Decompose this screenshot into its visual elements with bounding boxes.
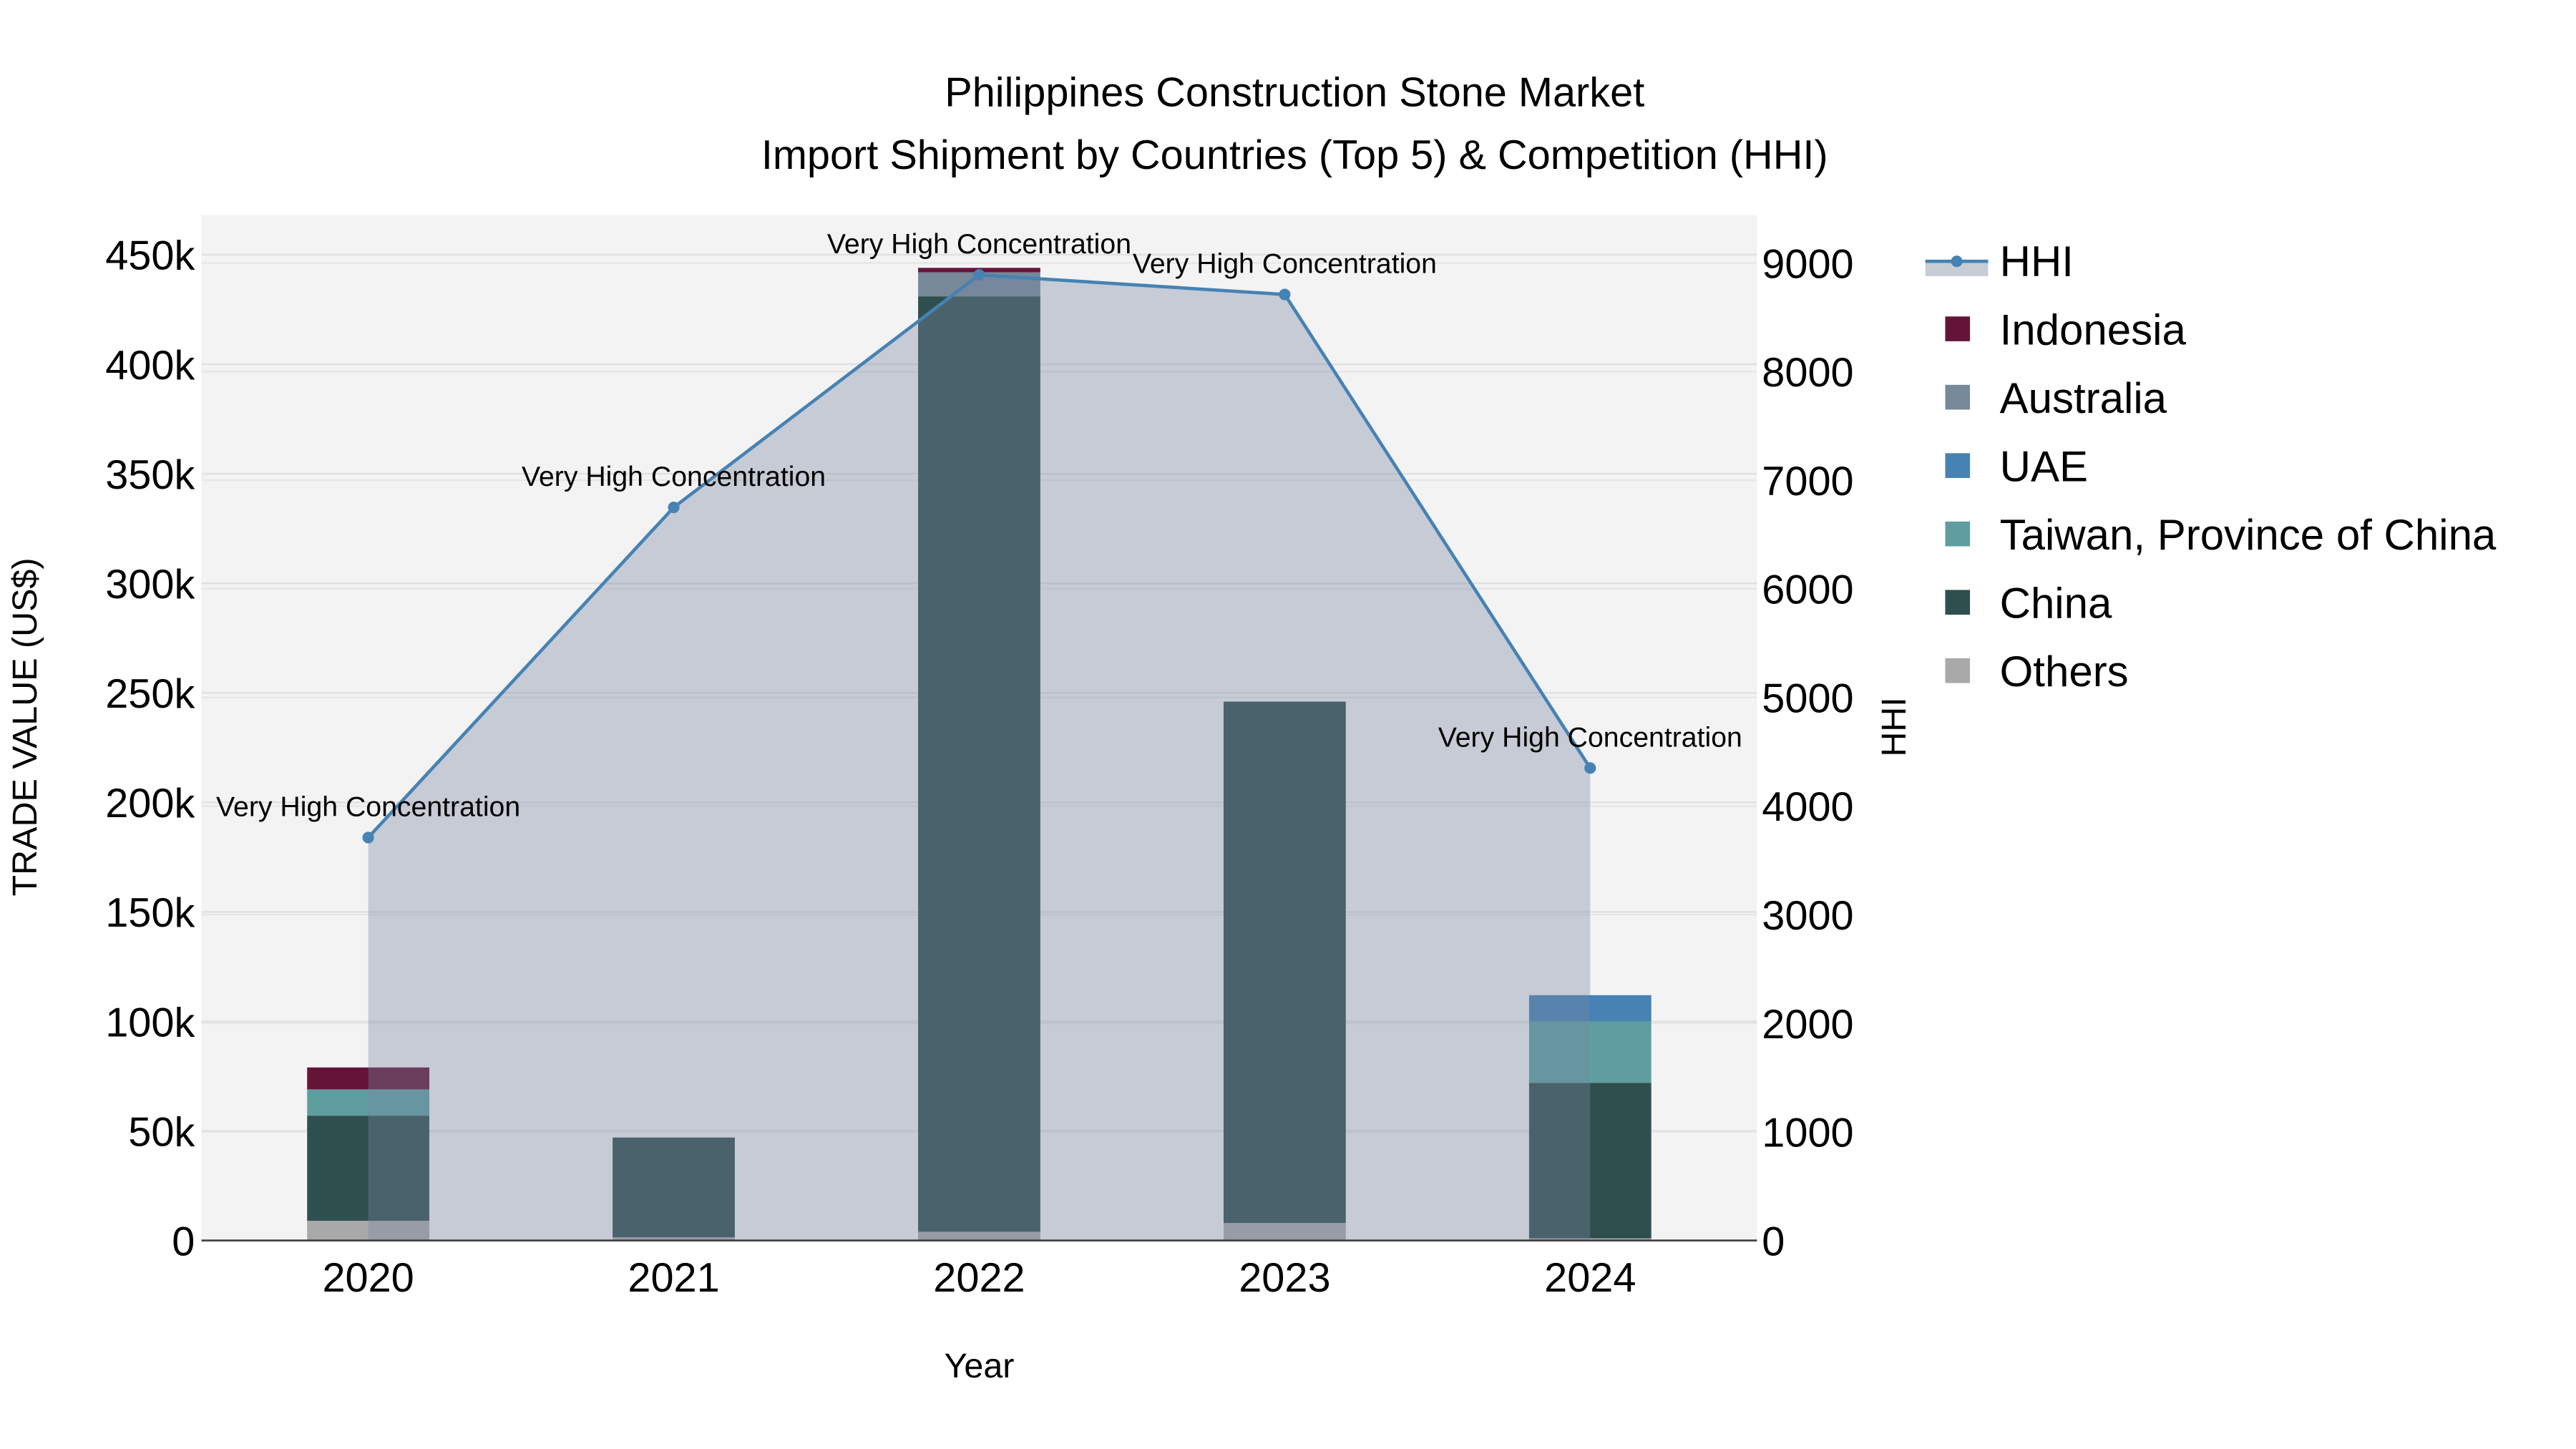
y2-tick-label: 5000 (1762, 675, 1853, 721)
y-tick-label: 400k (105, 343, 195, 389)
hhi-annotation: Very High Concentration (1133, 248, 1437, 280)
y-axis-label: TRADE VALUE (US$) (6, 557, 44, 896)
y2-tick-label: 8000 (1762, 350, 1853, 396)
hhi-point-2023 (1279, 288, 1291, 301)
y2-axis-label: HHI (1875, 697, 1913, 756)
y-tick-label: 450k (105, 233, 195, 279)
legend-label: China (2000, 580, 2112, 628)
y2-tick-label: 2000 (1762, 1002, 1853, 1048)
hhi-annotation: Very High Concentration (1438, 721, 1742, 753)
y-tick-label: 200k (105, 781, 195, 826)
legend-hhi-marker (1951, 255, 1963, 268)
y-tick-label: 50k (128, 1109, 195, 1155)
hhi-point-2020 (362, 831, 374, 844)
y2-tick-label: 6000 (1762, 567, 1853, 613)
legend-swatch (1945, 590, 1971, 615)
x-tick-label: 2022 (933, 1255, 1025, 1301)
y2-tick-label: 0 (1762, 1219, 1785, 1264)
legend-swatch (1945, 658, 1971, 683)
chart: Very High ConcentrationVery High Concent… (6, 69, 2497, 1385)
x-axis-label: Year (945, 1347, 1015, 1385)
x-axis-ticks: 2020 2021 2022 2023 2024 (322, 1255, 1636, 1301)
y2-tick-label: 3000 (1762, 893, 1853, 939)
legend-label: UAE (2000, 443, 2088, 491)
legend-label: Others (2000, 648, 2129, 696)
y2-tick-label: 9000 (1762, 241, 1853, 287)
legend-swatch (1945, 384, 1971, 410)
legend-swatch (1945, 521, 1971, 547)
y2-axis-ticks: 0 1000 2000 3000 4000 5000 6000 7000 8000 9000 (1762, 241, 1853, 1264)
y-tick-label: 150k (105, 890, 195, 936)
y2-tick-label: 4000 (1762, 784, 1853, 830)
chart-subtitle: Import Shipment by Countries (Top 5) & C… (761, 132, 1828, 178)
legend-label-hhi: HHI (2000, 238, 2074, 286)
hhi-annotation: Very High Concentration (522, 461, 826, 492)
y-tick-label: 0 (172, 1219, 195, 1264)
y2-tick-label: 7000 (1762, 459, 1853, 504)
x-tick-label: 2024 (1544, 1255, 1636, 1301)
y-tick-label: 250k (105, 671, 195, 717)
y2-tick-label: 1000 (1762, 1111, 1853, 1156)
y-axis-ticks: 0 50k 100k 150k 200k 250k 300k 350k 400k 450k (105, 233, 195, 1265)
legend: HHI Indonesia Australia UAE Taiwan, Province… (1925, 238, 2497, 696)
legend-swatch (1945, 316, 1971, 341)
x-tick-label: 2023 (1239, 1255, 1330, 1301)
legend-swatch (1945, 453, 1971, 478)
y-tick-label: 350k (105, 452, 195, 498)
hhi-annotation: Very High Concentration (216, 791, 520, 822)
chart-title: Philippines Construction Stone Market (945, 69, 1644, 115)
legend-label: Taiwan, Province of China (2000, 511, 2497, 559)
hhi-point-2024 (1584, 762, 1596, 774)
hhi-annotation: Very High Concentration (827, 228, 1131, 260)
legend-label: Indonesia (2000, 306, 2187, 354)
hhi-point-2021 (668, 501, 680, 514)
x-tick-label: 2020 (322, 1255, 414, 1301)
hhi-point-2022 (973, 269, 985, 281)
legend-label: Australia (2000, 374, 2167, 422)
x-tick-label: 2021 (628, 1255, 719, 1301)
y-tick-label: 300k (105, 562, 195, 608)
y-tick-label: 100k (105, 1000, 195, 1045)
